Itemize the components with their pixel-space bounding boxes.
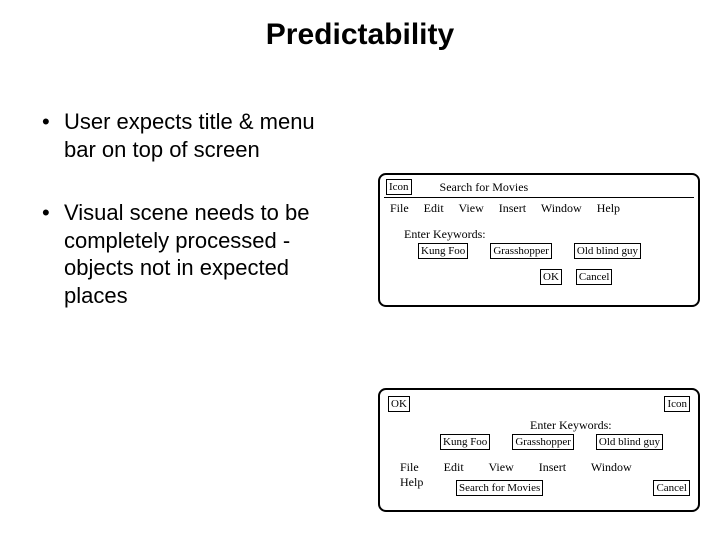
- cancel-button[interactable]: Cancel: [576, 269, 613, 285]
- keywords-label: Enter Keywords:: [530, 418, 612, 433]
- bullet-text: User expects title & menu bar on top of …: [64, 108, 352, 163]
- ok-button[interactable]: OK: [540, 269, 562, 285]
- window-title: Search for Movies: [456, 480, 543, 496]
- bullet-list: • User expects title & menu bar on top o…: [42, 108, 352, 345]
- keywords-label: Enter Keywords:: [404, 227, 486, 242]
- title-bar: Icon Search for Movies: [380, 179, 698, 195]
- keyword-field[interactable]: Grasshopper: [490, 243, 552, 259]
- menu-view[interactable]: View: [458, 201, 483, 215]
- keywords-row: Kung Foo Grasshopper Old blind guy: [418, 243, 641, 259]
- menu-insert[interactable]: Insert: [499, 201, 526, 215]
- menu-help[interactable]: Help: [597, 201, 620, 215]
- window-title: Search for Movies: [430, 180, 692, 195]
- slide-title: Predictability: [0, 18, 720, 52]
- menu-edit[interactable]: Edit: [424, 201, 444, 215]
- ok-button[interactable]: OK: [388, 396, 410, 412]
- keyword-field[interactable]: Grasshopper: [512, 434, 574, 450]
- keyword-field[interactable]: Old blind guy: [596, 434, 663, 450]
- menu-bar: File Edit View Insert Window Help: [390, 201, 632, 216]
- menu-edit[interactable]: Edit: [444, 460, 464, 474]
- keyword-field[interactable]: Old blind guy: [574, 243, 641, 259]
- menu-view[interactable]: View: [488, 460, 513, 474]
- mock-window-good: Icon Search for Movies File Edit View In…: [378, 173, 700, 307]
- keywords-row: Kung Foo Grasshopper Old blind guy: [440, 434, 663, 450]
- keyword-field[interactable]: Kung Foo: [418, 243, 468, 259]
- bullet-item: • Visual scene needs to be completely pr…: [42, 199, 352, 309]
- menu-window[interactable]: Window: [591, 460, 632, 474]
- title-separator: [384, 197, 694, 198]
- cancel-button[interactable]: Cancel: [653, 480, 690, 496]
- menu-insert[interactable]: Insert: [539, 460, 566, 474]
- bullet-item: • User expects title & menu bar on top o…: [42, 108, 352, 163]
- menu-file[interactable]: File: [400, 460, 419, 474]
- bullet-text: Visual scene needs to be completely proc…: [64, 199, 352, 309]
- app-icon: Icon: [664, 396, 690, 412]
- bullet-dot: •: [42, 199, 64, 309]
- bullet-dot: •: [42, 108, 64, 163]
- app-icon: Icon: [386, 179, 412, 195]
- mock-window-bad: OK Icon Enter Keywords: Kung Foo Grassho…: [378, 388, 700, 512]
- menu-file[interactable]: File: [390, 201, 409, 215]
- dialog-buttons: OK Cancel: [540, 269, 612, 285]
- menu-window[interactable]: Window: [541, 201, 582, 215]
- menu-help[interactable]: Help: [400, 475, 423, 489]
- keyword-field[interactable]: Kung Foo: [440, 434, 490, 450]
